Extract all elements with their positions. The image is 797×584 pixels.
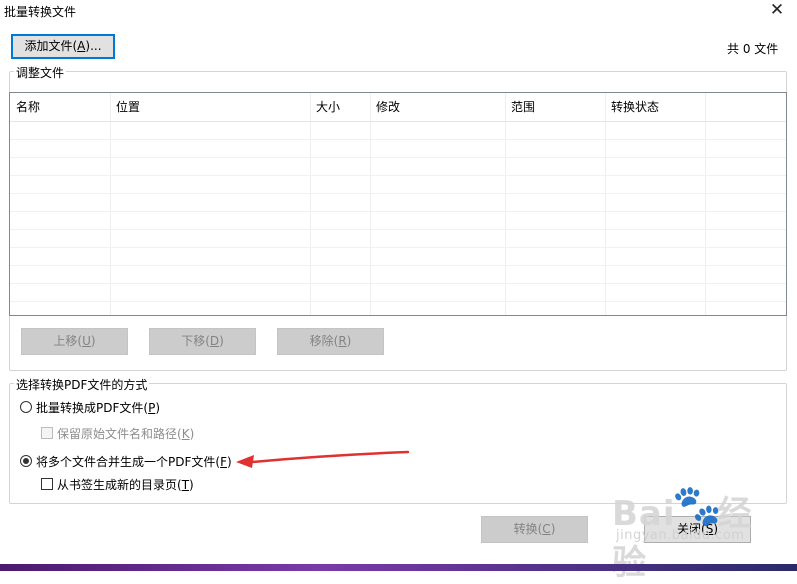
column-divider bbox=[605, 93, 606, 315]
column-header-location[interactable]: 位置 bbox=[110, 93, 310, 121]
baidu-watermark: 🐾 Bai 经验 jingyan.baidu.com bbox=[612, 483, 762, 583]
merge-files-text: 将多个文件合并生成一个PDF文件( bbox=[36, 455, 221, 469]
row-divider bbox=[10, 301, 786, 302]
convert-suffix: ) bbox=[550, 522, 556, 536]
row-divider bbox=[10, 265, 786, 266]
add-files-button[interactable]: 添加文件(A)... bbox=[11, 34, 115, 59]
bookmark-toc-suffix: ) bbox=[189, 478, 194, 492]
file-list[interactable]: 名称 位置 大小 修改 范围 转换状态 bbox=[9, 92, 787, 316]
add-files-suffix: )... bbox=[85, 39, 102, 53]
batch-convert-text: 批量转换成PDF文件( bbox=[36, 401, 149, 415]
row-divider bbox=[10, 175, 786, 176]
column-divider bbox=[310, 93, 311, 315]
column-divider bbox=[370, 93, 371, 315]
bookmark-toc-text: 从书签生成新的目录页( bbox=[57, 478, 182, 492]
row-divider bbox=[10, 283, 786, 284]
column-divider bbox=[505, 93, 506, 315]
batch-convert-label[interactable]: 批量转换成PDF文件(P) bbox=[36, 399, 160, 416]
row-divider bbox=[10, 157, 786, 158]
merge-files-label[interactable]: 将多个文件合并生成一个PDF文件(F) bbox=[36, 453, 232, 470]
adjust-files-legend: 调整文件 bbox=[14, 64, 67, 81]
column-divider bbox=[110, 93, 111, 315]
row-divider bbox=[10, 211, 786, 212]
row-divider bbox=[10, 247, 786, 248]
dialog-title: 批量转换文件 bbox=[4, 5, 77, 19]
convert-label: 转换( bbox=[513, 522, 543, 536]
row-divider bbox=[10, 229, 786, 230]
move-up-button[interactable]: 上移(U) bbox=[21, 328, 128, 355]
move-up-label: 上移( bbox=[53, 334, 83, 348]
keep-names-suffix: ) bbox=[189, 427, 195, 441]
remove-button[interactable]: 移除(R) bbox=[277, 328, 384, 355]
move-up-accel: U bbox=[82, 334, 91, 348]
bookmark-toc-accel: T bbox=[181, 478, 190, 492]
watermark-url: jingyan.baidu.com bbox=[616, 528, 745, 543]
file-list-header: 名称 位置 大小 修改 范围 转换状态 bbox=[10, 93, 786, 122]
keep-names-label[interactable]: 保留原始文件名和路径(K) bbox=[57, 425, 194, 442]
column-divider bbox=[705, 93, 706, 315]
move-down-accel: D bbox=[209, 334, 220, 348]
column-header-size[interactable]: 大小 bbox=[310, 93, 370, 121]
annotation-arrow-icon bbox=[236, 450, 410, 468]
bookmark-toc-label[interactable]: 从书签生成新的目录页(T) bbox=[57, 476, 194, 493]
column-header-name[interactable]: 名称 bbox=[10, 93, 110, 121]
column-header-range[interactable]: 范围 bbox=[505, 93, 605, 121]
remove-suffix: ) bbox=[346, 334, 352, 348]
batch-convert-radio[interactable] bbox=[20, 401, 32, 413]
remove-accel: R bbox=[338, 334, 347, 348]
merge-files-radio[interactable] bbox=[20, 455, 32, 467]
keep-names-checkbox[interactable] bbox=[41, 427, 53, 439]
keep-names-accel: K bbox=[181, 427, 190, 441]
move-down-button[interactable]: 下移(D) bbox=[149, 328, 256, 355]
conversion-mode-legend: 选择转换PDF文件的方式 bbox=[14, 376, 150, 393]
keep-names-text: 保留原始文件名和路径( bbox=[57, 427, 182, 441]
add-files-label: 添加文件( bbox=[24, 39, 78, 53]
batch-convert-suffix: ) bbox=[155, 401, 160, 415]
move-up-suffix: ) bbox=[90, 334, 96, 348]
bookmark-toc-checkbox[interactable] bbox=[41, 478, 53, 490]
move-down-label: 下移( bbox=[181, 334, 210, 348]
file-count: 共 0 文件 bbox=[727, 42, 779, 56]
row-divider bbox=[10, 193, 786, 194]
taskbar-strip bbox=[0, 564, 797, 571]
close-icon[interactable]: ✕ bbox=[767, 0, 787, 20]
convert-accel: C bbox=[542, 522, 551, 536]
convert-button[interactable]: 转换(C) bbox=[481, 516, 588, 543]
column-header-modified[interactable]: 修改 bbox=[370, 93, 505, 121]
merge-files-accel: F bbox=[220, 455, 227, 469]
column-header-status[interactable]: 转换状态 bbox=[605, 93, 705, 121]
move-down-suffix: ) bbox=[219, 334, 224, 348]
row-divider bbox=[10, 139, 786, 140]
remove-label: 移除( bbox=[309, 334, 339, 348]
